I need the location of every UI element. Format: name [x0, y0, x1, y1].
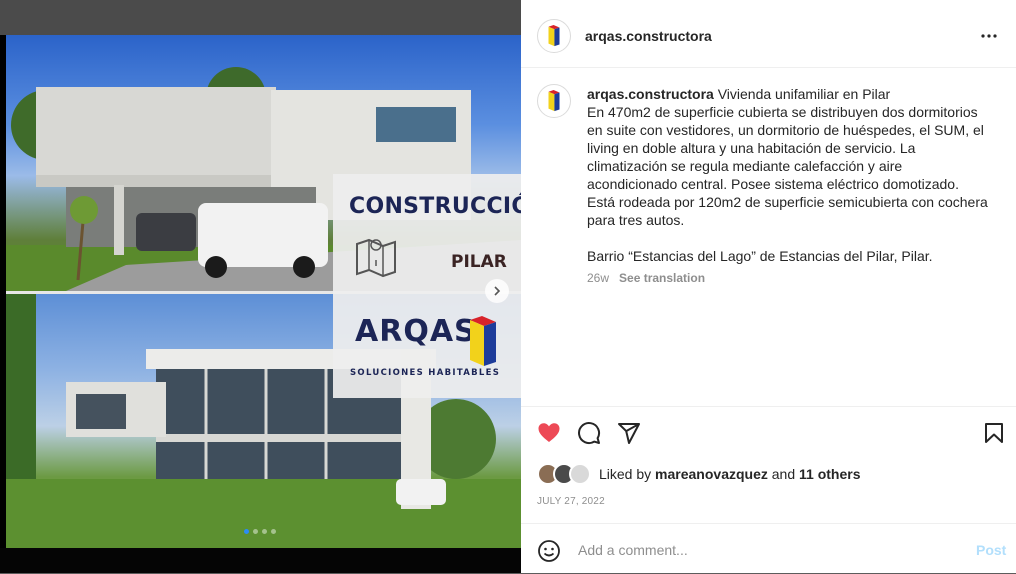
caption-meta: 26w See translation	[587, 271, 705, 285]
media-top-strip	[0, 0, 521, 35]
carousel-dot	[262, 529, 267, 534]
post-header: arqas.constructora	[521, 0, 1016, 68]
caption-body: En 470m2 de superficie cubierta se distr…	[587, 104, 988, 264]
post-side-panel: arqas.constructora arqas.constructora Vi…	[521, 0, 1016, 573]
emoji-icon[interactable]	[537, 539, 561, 563]
overlay-tagline: SOLUCIONES HABITABLES	[350, 368, 501, 378]
comment-input[interactable]	[576, 532, 960, 568]
caption-username[interactable]: arqas.constructora	[587, 86, 714, 102]
more-horizontal-icon[interactable]	[980, 27, 998, 45]
chevron-right-icon	[494, 286, 501, 296]
heart-icon[interactable]	[537, 421, 561, 445]
carousel-dot	[271, 529, 276, 534]
arqas-logo-icon	[548, 90, 560, 112]
bookmark-icon[interactable]	[982, 421, 1006, 445]
carousel-dot	[244, 529, 249, 534]
post-comment-button[interactable]: Post	[976, 542, 1006, 558]
liked-by-user[interactable]: mareanovazquez	[655, 466, 768, 482]
see-translation-link[interactable]: See translation	[619, 271, 705, 285]
post-age[interactable]: 26w	[587, 271, 609, 285]
post-caption: arqas.constructora Vivienda unifamiliar …	[521, 68, 1016, 406]
overlay-headline: CONSTRUCCIÓN	[349, 194, 521, 219]
comment-bar: Post	[521, 523, 1016, 574]
overlay-brand-name: ARQAS	[355, 314, 477, 349]
comment-icon[interactable]	[577, 421, 601, 445]
liked-by-prefix: Liked by	[599, 466, 652, 482]
post-date[interactable]: JULY 27, 2022	[537, 496, 605, 507]
arqas-logo-icon	[548, 25, 560, 47]
carousel-dot	[253, 529, 258, 534]
share-icon[interactable]	[617, 421, 641, 445]
likes-row: Liked by mareanovazquez and 11 others	[537, 463, 861, 485]
post-media[interactable]: CONSTRUCCIÓN PILAR ARQAS SOLUCIONES HABI…	[0, 0, 521, 573]
overlay-location: PILAR	[451, 252, 507, 272]
post-actions: Liked by mareanovazquez and 11 others JU…	[521, 406, 1016, 524]
author-avatar[interactable]	[537, 19, 571, 53]
liked-by-others[interactable]: 11 others	[799, 466, 860, 482]
media-bottom-strip	[0, 548, 521, 573]
caption-text: arqas.constructora Vivienda unifamiliar …	[587, 85, 989, 265]
liked-by-and: and	[771, 466, 796, 482]
next-slide-button[interactable]	[485, 279, 509, 303]
arqas-logo-icon	[470, 316, 496, 366]
carousel-indicators	[244, 529, 276, 534]
liker-avatar[interactable]	[569, 463, 591, 485]
likes-summary: Liked by mareanovazquez and 11 others	[599, 466, 861, 482]
map-icon	[356, 238, 396, 278]
author-username[interactable]: arqas.constructora	[585, 28, 712, 44]
caption-avatar[interactable]	[537, 84, 571, 118]
caption-title: Vivienda unifamiliar en Pilar	[717, 86, 891, 102]
